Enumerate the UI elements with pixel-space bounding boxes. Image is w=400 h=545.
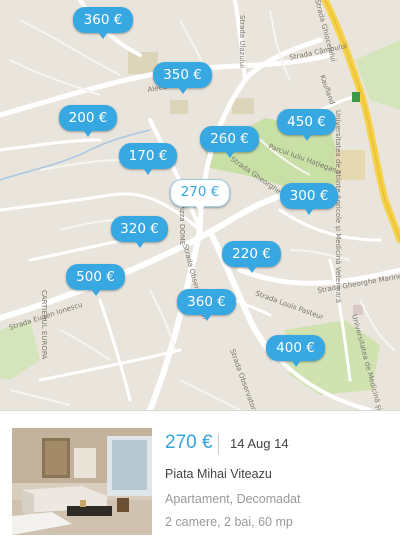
poi-label-pizza-dome: Pizza DOME	[178, 204, 186, 245]
price-pin[interactable]: 260 €	[200, 126, 259, 158]
price-pin[interactable]: 170 €	[119, 143, 177, 175]
price-pin[interactable]: 220 €	[222, 241, 281, 273]
listing-rooms: 2 camere, 2 bai, 60 mp	[165, 515, 293, 529]
price-pin[interactable]: 450 €	[277, 109, 336, 141]
price-date-divider	[218, 434, 219, 455]
price-pin[interactable]: 400 €	[266, 335, 325, 367]
district-label: CARTIERUL EUROPA	[40, 290, 48, 360]
price-pin[interactable]: 350 €	[153, 62, 212, 94]
highway-shield-icon	[352, 92, 360, 102]
listing-photo[interactable]	[12, 428, 152, 535]
price-pin[interactable]: 360 €	[177, 289, 236, 321]
listing-location: Piata Mihai Viteazu	[165, 467, 272, 481]
map-view[interactable]: Strada Ulazului Strada Câmpului Strada G…	[0, 0, 400, 410]
price-pin[interactable]: 200 €	[59, 105, 117, 137]
poi-label-usamv: Universitatea de Științe Agricole și Med…	[333, 110, 342, 303]
street-label-ulazului: Strada Ulazului	[238, 15, 246, 68]
listing-price: 270 €	[165, 432, 213, 453]
price-pin[interactable]: 360 €	[73, 7, 133, 39]
listing-type: Apartament, Decomadat	[165, 492, 301, 506]
price-pin[interactable]: 300 €	[280, 183, 338, 215]
price-pin[interactable]: 500 €	[66, 264, 125, 296]
listing-date: 14 Aug 14	[230, 436, 289, 451]
price-pin[interactable]: 320 €	[111, 216, 168, 248]
listing-card[interactable]: 270 € 14 Aug 14 Piata Mihai Viteazu Apar…	[0, 410, 400, 545]
price-pin-selected[interactable]: 270 €	[170, 179, 230, 212]
